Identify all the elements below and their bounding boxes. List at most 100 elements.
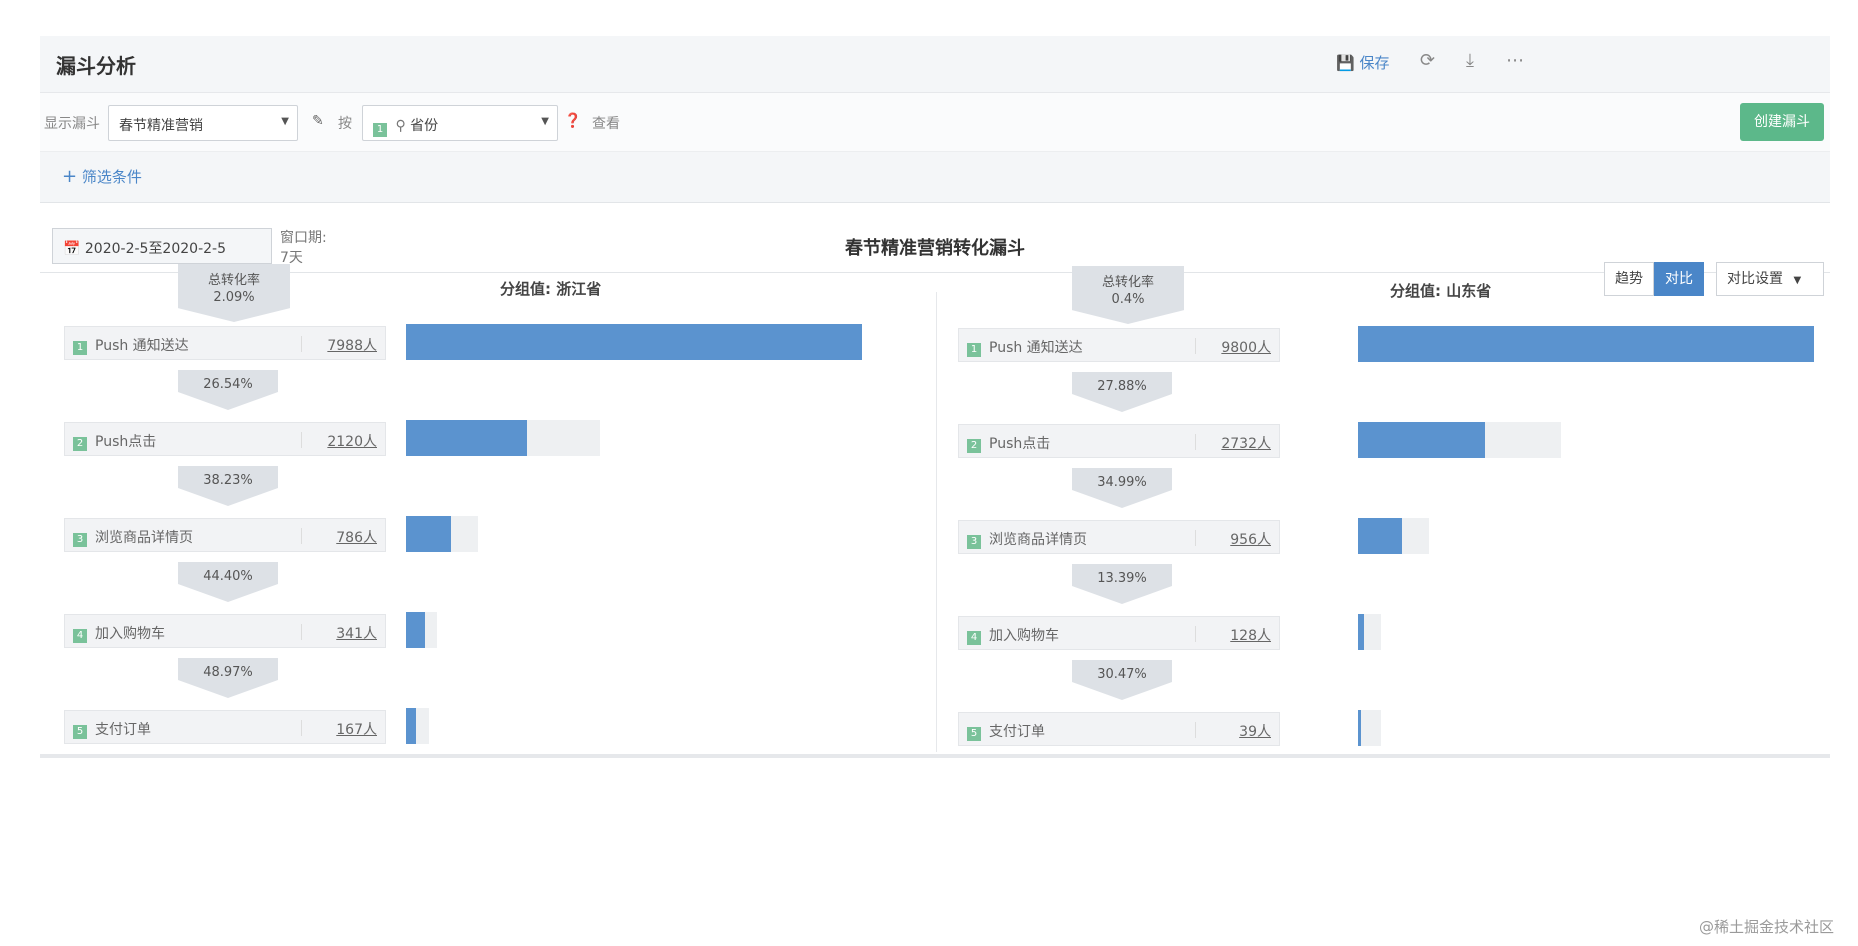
step-conversion-arrow: 26.54% <box>178 370 278 410</box>
funnel-step[interactable]: 2 Push点击 2120人 <box>64 422 386 456</box>
funnel-bar-track <box>1358 710 1381 746</box>
total-conversion-value: 0.4% <box>1111 292 1145 307</box>
funnel-step[interactable]: 1 Push 通知送达 7988人 <box>64 326 386 360</box>
funnel-step[interactable]: 2 Push点击 2732人 <box>958 424 1280 458</box>
compare-toggle[interactable]: 对比 <box>1654 262 1704 296</box>
funnel-bar-track <box>1358 614 1381 650</box>
step-separator <box>301 528 302 544</box>
step-number-badge: 5 <box>73 725 87 739</box>
tag-icon: ⚲ <box>395 118 406 134</box>
step-conversion-arrow: 30.47% <box>1072 660 1172 700</box>
step-separator <box>301 720 302 736</box>
funnel-bar-track <box>406 420 600 456</box>
step-conversion-arrow: 27.88% <box>1072 372 1172 412</box>
compare-settings-button[interactable]: 对比设置 ▼ <box>1716 262 1824 296</box>
funnel-step[interactable]: 1 Push 通知送达 9800人 <box>958 328 1280 362</box>
step-conversion-arrow: 38.23% <box>178 466 278 506</box>
panel-separator <box>936 292 937 752</box>
view-label: 查看 <box>592 116 620 132</box>
step-number: 3 <box>73 528 91 547</box>
step-number-badge: 1 <box>967 343 981 357</box>
step-name: 支付订单 <box>95 722 151 738</box>
help-icon[interactable]: ❓ <box>564 113 581 129</box>
step-count[interactable]: 39人 <box>1239 721 1271 741</box>
funnel-step[interactable]: 3 浏览商品详情页 956人 <box>958 520 1280 554</box>
funnel-bar <box>1358 422 1485 458</box>
chevron-down-icon: ▼ <box>281 116 289 127</box>
funnel-step[interactable]: 5 支付订单 39人 <box>958 712 1280 746</box>
step-number-badge: 1 <box>73 341 87 355</box>
step-count[interactable]: 956人 <box>1230 529 1271 549</box>
edit-icon[interactable]: ✎ <box>312 113 324 129</box>
step-number: 4 <box>967 626 985 645</box>
total-conversion-label: 总转化率 <box>1101 275 1154 290</box>
filter-bar: + 筛选条件 <box>40 152 1830 203</box>
step-number: 2 <box>967 434 985 453</box>
group-select-number: 1 <box>373 123 387 137</box>
funnel-bar-track <box>406 516 478 552</box>
chevron-down-icon: ▼ <box>1793 275 1802 286</box>
step-count[interactable]: 341人 <box>336 623 377 643</box>
step-number-badge: 4 <box>73 629 87 643</box>
step-separator <box>301 336 302 352</box>
step-conversion-arrow: 13.39% <box>1072 564 1172 604</box>
download-icon[interactable]: ⤓ <box>1466 50 1474 71</box>
funnel-bar <box>1358 614 1364 650</box>
page-title: 漏斗分析 <box>56 54 136 78</box>
step-count[interactable]: 7988人 <box>327 335 377 355</box>
bottom-border <box>40 754 1830 758</box>
refresh-icon[interactable]: ⟳ <box>1420 50 1435 71</box>
group-select[interactable]: 1 ⚲ 省份 ▼ <box>362 105 558 141</box>
step-conversion-arrow: 34.99% <box>1072 468 1172 508</box>
step-name: 加入购物车 <box>989 628 1059 644</box>
step-name: Push点击 <box>989 436 1051 452</box>
step-separator <box>1195 626 1196 642</box>
create-funnel-button[interactable]: 创建漏斗 <box>1740 103 1824 141</box>
trend-toggle[interactable]: 趋势 <box>1604 262 1654 296</box>
step-number-badge: 3 <box>967 535 981 549</box>
total-conversion-badge: 总转化率 2.09% <box>178 264 290 322</box>
step-separator <box>1195 722 1196 738</box>
funnel-bar <box>1358 518 1402 554</box>
funnel-toolbar: 显示漏斗 春节精准营销 ▼ ✎ 按 1 ⚲ 省份 ▼ ❓ 查看 创建漏斗 <box>40 93 1830 152</box>
chevron-down-icon: ▼ <box>541 116 549 127</box>
page-header: 漏斗分析 💾 保存 ⟳ ⤓ ⋯ <box>40 36 1830 93</box>
step-count[interactable]: 9800人 <box>1221 337 1271 357</box>
add-filter-button[interactable]: + 筛选条件 <box>62 166 142 187</box>
funnel-step[interactable]: 4 加入购物车 128人 <box>958 616 1280 650</box>
step-number: 5 <box>967 722 985 741</box>
funnel-step[interactable]: 5 支付订单 167人 <box>64 710 386 744</box>
step-number: 5 <box>73 720 91 739</box>
step-count[interactable]: 167人 <box>336 719 377 739</box>
funnel-step[interactable]: 3 浏览商品详情页 786人 <box>64 518 386 552</box>
funnel-bar-track <box>406 324 862 360</box>
step-count[interactable]: 128人 <box>1230 625 1271 645</box>
save-button[interactable]: 💾 保存 <box>1336 52 1389 73</box>
funnel-bar <box>1358 326 1814 362</box>
step-number-badge: 2 <box>967 439 981 453</box>
funnel-bar-track <box>406 612 437 648</box>
total-conversion-label: 总转化率 <box>207 273 260 288</box>
step-count[interactable]: 786人 <box>336 527 377 547</box>
step-number-badge: 3 <box>73 533 87 547</box>
funnel-select[interactable]: 春节精准营销 ▼ <box>108 105 298 141</box>
step-name: 支付订单 <box>989 724 1045 740</box>
funnel-bar <box>406 324 862 360</box>
step-name: 浏览商品详情页 <box>989 532 1087 548</box>
step-name: 加入购物车 <box>95 626 165 642</box>
step-number: 1 <box>73 336 91 355</box>
step-name: 浏览商品详情页 <box>95 530 193 546</box>
funnel-bar <box>406 708 416 744</box>
total-conversion-badge: 总转化率 0.4% <box>1072 266 1184 324</box>
step-separator <box>301 624 302 640</box>
step-conversion-arrow: 48.97% <box>178 658 278 698</box>
funnel-step[interactable]: 4 加入购物车 341人 <box>64 614 386 648</box>
step-separator <box>1195 338 1196 354</box>
step-count[interactable]: 2120人 <box>327 431 377 451</box>
divider <box>40 272 1830 273</box>
more-icon[interactable]: ⋯ <box>1506 50 1524 71</box>
total-conversion-value: 2.09% <box>213 290 255 305</box>
step-separator <box>1195 434 1196 450</box>
step-count[interactable]: 2732人 <box>1221 433 1271 453</box>
funnel-bar <box>406 420 527 456</box>
